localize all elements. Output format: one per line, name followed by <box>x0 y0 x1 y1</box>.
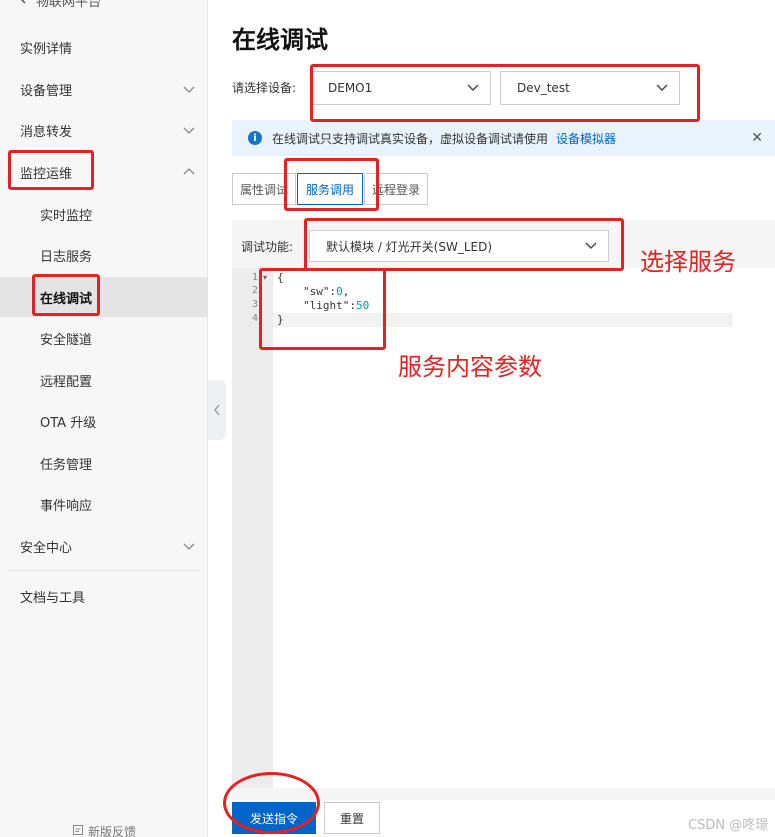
sidebar-item-label: 设备管理 <box>20 83 73 99</box>
info-notice: i 在线调试只支持调试真实设备，虚拟设备调试请使用 设备模拟器 ✕ <box>232 120 775 156</box>
close-icon[interactable]: ✕ <box>751 130 763 146</box>
feedback-icon <box>72 824 84 837</box>
tab-label: 远程登录 <box>371 182 420 197</box>
reset-button[interactable]: 重置 <box>324 802 380 834</box>
annotation-box-params <box>259 268 386 350</box>
sidebar-item-secure-tunnel[interactable]: 安全隧道 <box>0 318 208 358</box>
watermark: CSDN @咚璟 <box>688 818 769 833</box>
chevron-down-icon <box>183 543 195 550</box>
device-simulator-link[interactable]: 设备模拟器 <box>556 130 616 147</box>
chevron-down-icon <box>183 86 195 93</box>
line-number: 3 <box>252 299 259 310</box>
sidebar-item-log-service[interactable]: 日志服务 <box>0 235 208 275</box>
line-number: 1 <box>252 272 259 283</box>
annotation-box-function-select <box>304 218 624 271</box>
sidebar-item-label: 安全中心 <box>20 540 73 556</box>
sidebar-item-security-center[interactable]: 安全中心 <box>0 526 208 566</box>
sidebar-item-device-management[interactable]: 设备管理 <box>0 69 208 109</box>
sidebar-item-label: 日志服务 <box>40 249 93 265</box>
chevron-down-icon <box>183 127 195 134</box>
feedback-label: 新版反馈 <box>88 825 137 837</box>
sidebar-item-label: 事件响应 <box>40 498 93 514</box>
notice-text: 在线调试只支持调试真实设备，虚拟设备调试请使用 <box>272 131 549 146</box>
sidebar-item-label: 文档与工具 <box>20 590 86 606</box>
tab-label: 属性调试 <box>239 182 288 197</box>
info-icon: i <box>248 131 262 145</box>
back-arrow-icon <box>18 0 28 8</box>
chevron-left-icon <box>214 404 220 416</box>
line-number: 4 <box>252 313 259 324</box>
back-label: 物联网平台 <box>36 0 102 10</box>
sidebar-divider <box>8 570 200 571</box>
sidebar: 物联网平台 实例详情 设备管理 消息转发 监控运维 实时监控 日志服务 在线调试… <box>0 0 208 837</box>
sidebar-collapse-handle[interactable] <box>208 380 226 440</box>
annotation-box-online-debug <box>32 274 100 316</box>
sidebar-item-label: 任务管理 <box>40 457 93 473</box>
chevron-up-icon <box>183 168 195 175</box>
sidebar-item-realtime-monitor[interactable]: 实时监控 <box>0 194 208 234</box>
sidebar-item-ota-upgrade[interactable]: OTA 升级 <box>0 401 208 441</box>
device-select-label: 请选择设备: <box>232 81 297 95</box>
annotation-box-device-select <box>310 64 700 122</box>
page-title: 在线调试 <box>232 26 328 54</box>
annotation-box-monitoring <box>8 150 94 190</box>
sidebar-item-docs-tools[interactable]: 文档与工具 <box>0 576 208 616</box>
line-number: 2 <box>252 285 259 296</box>
sidebar-item-message-forwarding[interactable]: 消息转发 <box>0 110 208 150</box>
sidebar-item-label: 消息转发 <box>20 124 73 140</box>
annotation-box-service-tab <box>284 158 379 211</box>
sidebar-item-label: 远程配置 <box>40 374 93 390</box>
sidebar-item-label: 实时监控 <box>40 208 93 224</box>
annotation-service-params: 服务内容参数 <box>398 353 542 381</box>
feedback-link[interactable]: 新版反馈 <box>72 823 136 837</box>
annotation-circle-send <box>223 772 320 834</box>
sidebar-item-instance-details[interactable]: 实例详情 <box>0 27 208 67</box>
sidebar-item-task-management[interactable]: 任务管理 <box>0 443 208 483</box>
sidebar-item-label: 实例详情 <box>20 41 73 57</box>
sidebar-item-label: OTA 升级 <box>40 415 97 431</box>
back-to-platform-link[interactable]: 物联网平台 <box>18 0 102 10</box>
sidebar-item-label: 安全隧道 <box>40 332 93 348</box>
sidebar-item-remote-config[interactable]: 远程配置 <box>0 360 208 400</box>
sidebar-item-event-response[interactable]: 事件响应 <box>0 484 208 524</box>
annotation-select-service: 选择服务 <box>640 248 736 276</box>
debug-function-label: 调试功能: <box>241 240 294 254</box>
